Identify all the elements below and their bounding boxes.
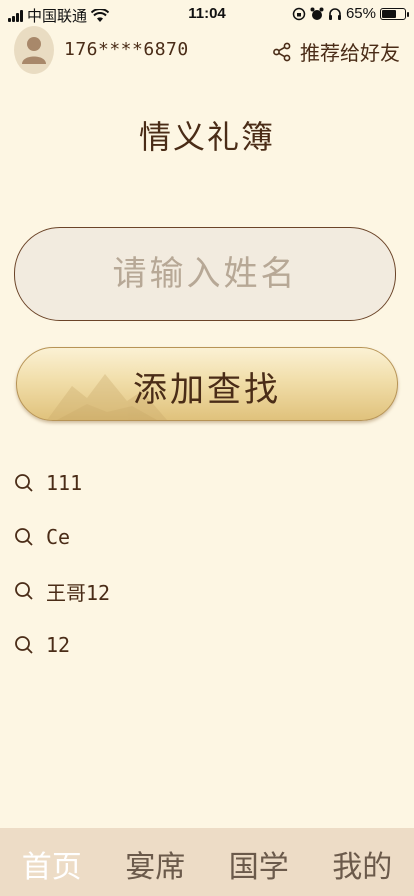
history-item-text: 12 (46, 633, 71, 657)
history-item[interactable]: Ce (14, 510, 394, 564)
rotation-lock-icon (292, 7, 306, 20)
bottom-tab-bar: 首页 宴席 国学 我的 (0, 828, 414, 896)
tab-guoxue[interactable]: 国学 (207, 828, 311, 896)
header: 176****6870 推荐给好友 (14, 26, 400, 78)
history-item[interactable]: 12 (14, 618, 394, 672)
search-history-list: 111 Ce 王哥12 12 (14, 456, 394, 672)
search-icon (15, 528, 33, 546)
history-item[interactable]: 王哥12 (14, 564, 394, 618)
alarm-icon (310, 7, 324, 20)
share-button[interactable]: 推荐给好友 (272, 37, 400, 66)
search-icon (15, 636, 33, 654)
battery-fill (382, 9, 397, 18)
tab-banquet[interactable]: 宴席 (104, 828, 208, 896)
tab-home[interactable]: 首页 (0, 828, 104, 896)
add-search-label: 添加查找 (133, 370, 281, 410)
history-item-text: 111 (46, 471, 83, 495)
history-item[interactable]: 111 (14, 456, 394, 510)
phone-number: 176****6870 (64, 39, 189, 60)
history-item-text: Ce (46, 525, 71, 549)
search-icon (15, 582, 33, 600)
user-avatar-icon[interactable] (14, 26, 54, 74)
name-input-container (14, 227, 396, 321)
battery-percent: 65% (345, 5, 376, 22)
tab-mine[interactable]: 我的 (311, 828, 414, 896)
share-icon (273, 42, 291, 61)
share-label: 推荐给好友 (300, 41, 400, 65)
add-search-button[interactable]: 添加查找 (16, 347, 398, 421)
battery-icon (380, 7, 409, 20)
status-right: 65% (292, 5, 409, 22)
search-icon (15, 474, 33, 492)
name-input[interactable] (15, 228, 395, 320)
page-title: 情义礼簿 (138, 118, 275, 156)
history-item-text: 王哥12 (46, 580, 111, 605)
headphones-icon (328, 7, 341, 20)
